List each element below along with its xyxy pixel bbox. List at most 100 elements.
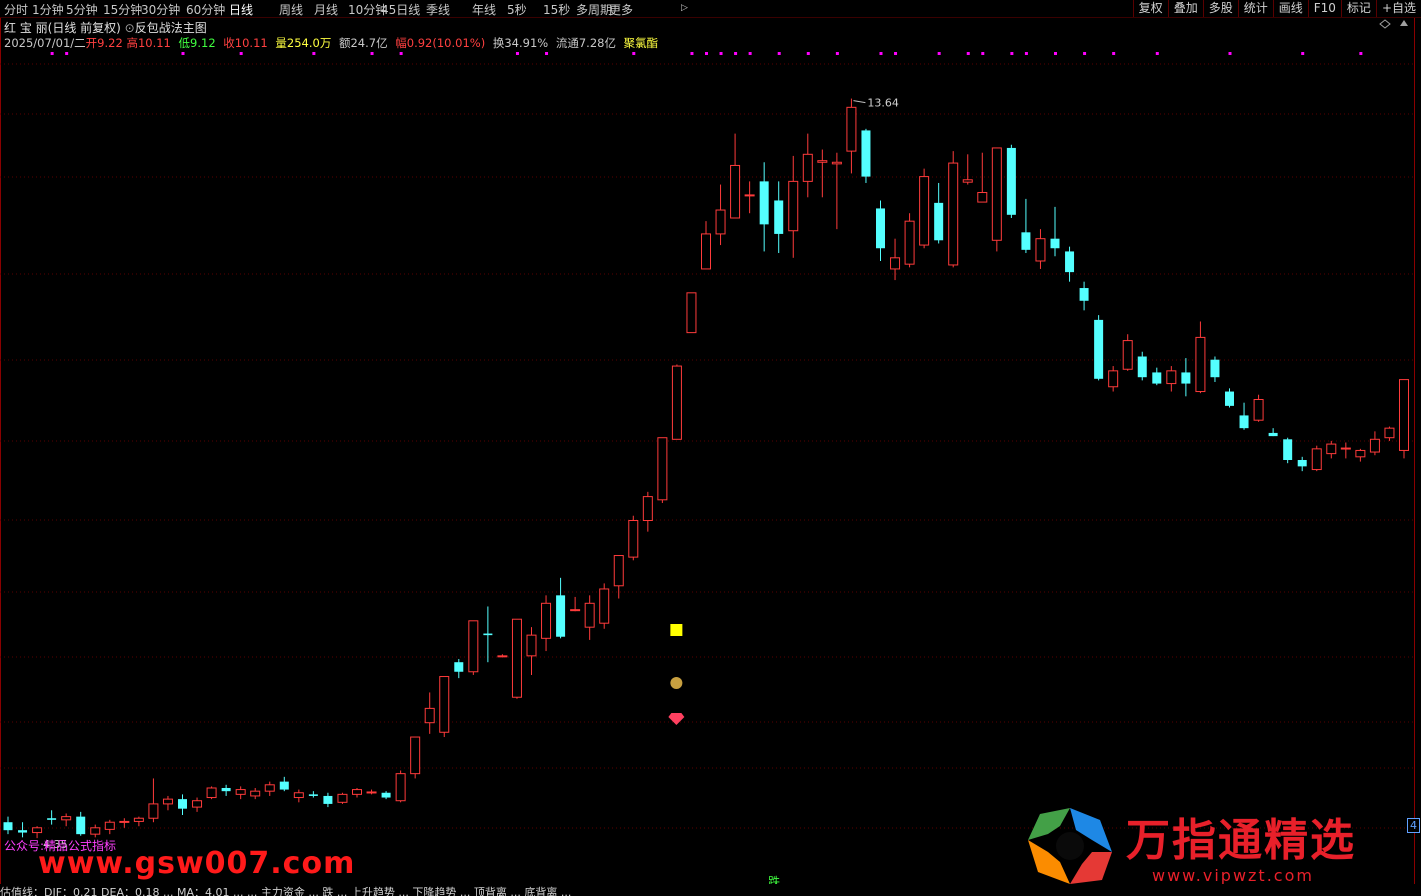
candle-body <box>962 179 973 183</box>
period-tab-14[interactable]: 15秒 <box>543 1 570 18</box>
toolbar-button-4[interactable]: 画线 <box>1272 0 1308 17</box>
candle-body <box>133 817 144 822</box>
candle-body <box>279 781 289 790</box>
low-value: 9.12 <box>190 36 216 50</box>
toolbar-button-5[interactable]: F10 <box>1307 0 1341 17</box>
period-tab-8[interactable]: 月线 <box>314 1 338 18</box>
candle-body <box>904 220 915 265</box>
candle-body <box>1181 372 1191 384</box>
indicator-bar: 估值线：DIF：0.21 DEA：0.18 ... MA：4.01 ... ..… <box>0 884 1421 896</box>
period-tab-5[interactable]: 60分钟 <box>186 1 225 18</box>
candle-body <box>497 655 508 658</box>
candle-body <box>715 209 726 235</box>
candle-body <box>1369 438 1380 453</box>
candle-body <box>511 618 522 698</box>
quote-date: 2025/07/01/二 <box>4 36 86 50</box>
volume-value: 254.0万 <box>286 36 332 50</box>
toolbar-button-6[interactable]: 标记 <box>1340 0 1376 17</box>
candle-body <box>1137 356 1147 378</box>
candle-body <box>1079 288 1089 301</box>
candle-body <box>178 799 187 809</box>
period-tab-16[interactable]: 更多 <box>609 1 633 18</box>
candle-body <box>1094 319 1104 379</box>
candle-body <box>934 202 944 241</box>
candle-body <box>701 233 711 270</box>
candle-body <box>3 822 13 831</box>
formula-dropdown-icon[interactable]: ⊙ <box>125 21 135 35</box>
stock-name[interactable]: 红 宝 丽 <box>4 21 48 35</box>
money-bag-icon <box>670 677 683 689</box>
candle-body <box>991 147 1002 241</box>
period-tab-4[interactable]: 30分钟 <box>141 1 180 18</box>
period-tab-6[interactable]: 日线 <box>229 1 253 18</box>
signal-dot <box>1359 52 1363 55</box>
signal-dot <box>370 52 374 55</box>
open-label: 开 <box>85 36 98 50</box>
candle-body <box>1050 238 1060 249</box>
period-tab-13[interactable]: 5秒 <box>507 1 527 18</box>
signal-square <box>670 624 683 636</box>
candle-body <box>1152 372 1162 384</box>
period-tab-12[interactable]: 年线 <box>472 1 496 18</box>
signal-dot <box>690 52 694 55</box>
candle-body <box>1268 432 1278 437</box>
signal-dot <box>981 52 985 55</box>
candle-body <box>32 827 43 834</box>
period-tab-7[interactable]: 周线 <box>279 1 303 18</box>
period-tab-0[interactable]: 分时 <box>4 1 28 18</box>
period-tab-15[interactable]: 多周期 <box>576 1 612 18</box>
toolbar-button-3[interactable]: 统计 <box>1237 0 1273 17</box>
signal-dot <box>894 52 898 55</box>
signal-dot <box>515 52 519 55</box>
site-watermark: www.gsw007.com <box>38 846 356 881</box>
toolbar-button-7[interactable]: +自选 <box>1375 0 1421 17</box>
candlestick-chart[interactable]: 13.644.35跌 <box>0 18 1415 888</box>
period-tab-10[interactable]: 45日线 <box>381 1 420 18</box>
signal-dot <box>748 52 752 55</box>
candle-body <box>657 437 668 501</box>
candle-body <box>47 818 57 820</box>
candle-body <box>876 208 885 249</box>
period-tab-2[interactable]: 5分钟 <box>66 1 98 18</box>
candle-body <box>206 787 217 799</box>
adjust-mode[interactable]: (日线 前复权) <box>48 21 121 35</box>
signal-dot <box>399 52 403 55</box>
candle-body <box>541 602 552 639</box>
candle-body <box>1297 460 1307 467</box>
period-tab-1[interactable]: 1分钟 <box>32 1 64 18</box>
signal-dot <box>1024 52 1028 55</box>
close-label: 收 <box>223 36 235 50</box>
signal-dot <box>734 52 738 55</box>
candle-body <box>948 162 959 266</box>
period-tab-11[interactable]: 季线 <box>426 1 450 18</box>
change-label: 幅 <box>395 36 407 50</box>
indicator-text: 估值线：DIF：0.21 DEA：0.18 ... MA：4.01 ... ..… <box>0 886 572 896</box>
turnover-label: 换 <box>492 36 505 50</box>
candle-body <box>671 365 682 440</box>
toolbar-button-2[interactable]: 多股 <box>1202 0 1238 17</box>
candle-body <box>76 816 86 835</box>
toolbar-button-0[interactable]: 复权 <box>1132 0 1168 17</box>
candle-body <box>977 192 988 203</box>
open-value: 9.22 <box>97 36 123 50</box>
concept-tag[interactable]: 聚氯酯 <box>624 36 659 50</box>
candle-body <box>1065 251 1075 273</box>
candle-body <box>90 827 101 835</box>
signal-dot <box>632 52 636 55</box>
candle-body <box>628 520 639 558</box>
candle-body <box>919 176 930 246</box>
candle-body <box>1021 232 1031 250</box>
candle-body <box>1253 398 1264 421</box>
signal-dot <box>806 52 810 55</box>
period-tab-3[interactable]: 15分钟 <box>103 1 142 18</box>
formula-name[interactable]: 反包战法主图 <box>135 21 207 35</box>
candle-body <box>454 662 464 672</box>
more-caret-icon[interactable]: ▷ <box>681 3 688 13</box>
candle-body <box>1239 415 1249 429</box>
candle-body <box>1384 427 1395 439</box>
page-badge[interactable]: 4 <box>1407 818 1420 833</box>
candle-body <box>395 773 406 802</box>
toolbar-button-1[interactable]: 叠加 <box>1167 0 1203 17</box>
up-arrow-icon <box>1400 20 1408 26</box>
close-value: 10.11 <box>234 36 268 50</box>
